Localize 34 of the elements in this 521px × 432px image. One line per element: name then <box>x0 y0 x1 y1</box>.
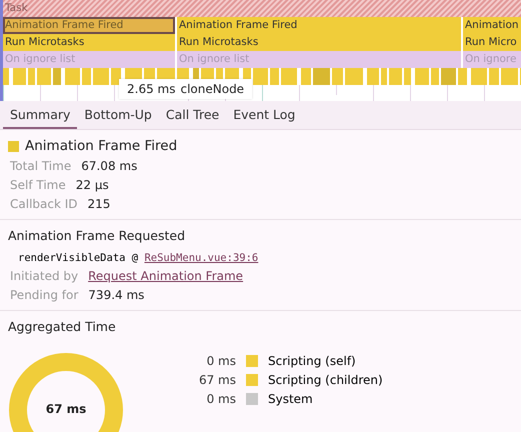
initiator-link[interactable]: Request Animation Frame <box>88 269 244 283</box>
legend-label: Scripting (children) <box>268 373 383 387</box>
legend-value: 0 ms <box>206 392 236 406</box>
tab[interactable]: Call Tree <box>158 101 226 129</box>
stack-function: renderVisibleData @ <box>18 252 140 264</box>
tooltip-duration: 2.65 ms <box>127 82 176 96</box>
field-label: Initiated by <box>10 269 78 283</box>
donut-total: 67 ms <box>44 402 88 416</box>
tooltip-function: cloneNode <box>180 82 244 96</box>
field-label: Callback ID <box>10 197 78 211</box>
task-bar[interactable]: Task <box>3 0 521 17</box>
field-value: 67.08 ms <box>81 159 138 173</box>
tab[interactable]: Event Log <box>226 101 302 129</box>
legend-label: System <box>268 392 314 406</box>
section-title: Animation Frame Requested <box>8 228 186 243</box>
legend-value: 67 ms <box>198 373 236 387</box>
event-title: Animation Frame Fired <box>25 138 178 154</box>
field-label: Total Time <box>10 159 72 173</box>
flame-event[interactable]: Animation <box>463 17 521 34</box>
tab[interactable]: Summary <box>3 101 78 129</box>
source-link[interactable]: ReSubMenu.vue:39:6 <box>144 252 258 264</box>
legend-label: Scripting (self) <box>268 354 357 368</box>
field-label: Pending for <box>10 288 78 302</box>
flame-event[interactable]: Animation Frame Fired <box>177 17 461 34</box>
flame-event[interactable]: Run Microtasks <box>177 34 461 51</box>
flame-event[interactable]: Run Microtasks <box>3 34 175 51</box>
field-value: 739.4 ms <box>88 288 144 302</box>
field-value: 22 μs <box>76 178 109 192</box>
field-label: Self Time <box>10 178 66 192</box>
field-value: 215 <box>88 197 110 211</box>
tab[interactable]: Bottom-Up <box>77 101 159 129</box>
legend-value: 0 ms <box>206 354 236 368</box>
section-title: Aggregated Time <box>8 319 117 334</box>
flame-event[interactable]: Run Micro <box>463 34 521 51</box>
